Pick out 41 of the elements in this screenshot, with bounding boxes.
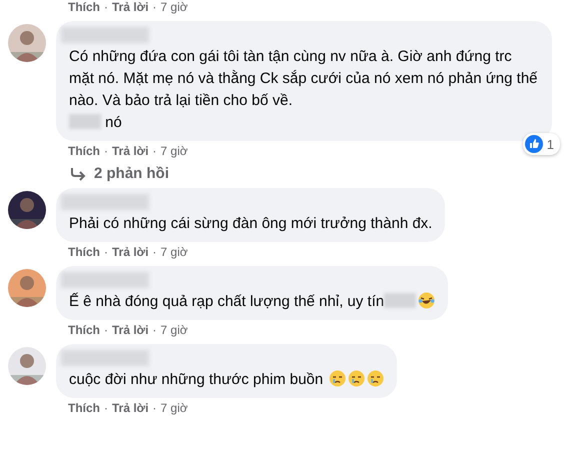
sad-face-icon — [348, 370, 366, 387]
comment-time: 7 giờ — [160, 323, 188, 338]
comment-time: 7 giờ — [160, 144, 188, 159]
separator-dot: · — [152, 323, 157, 338]
action-link[interactable]: Thích — [68, 323, 100, 338]
reaction-badge[interactable]: 1 — [522, 133, 560, 155]
reaction-count: 1 — [546, 136, 554, 152]
comment-text: Phải có những cái sừng đàn ông mới trưởng thành đx. — [69, 215, 432, 232]
separator-dot: · — [152, 245, 157, 260]
laughing-face-icon — [418, 292, 436, 309]
action-link[interactable]: Thích — [68, 144, 100, 159]
separator-dot: · — [104, 144, 108, 159]
separator-dot: · — [152, 0, 157, 15]
action-link[interactable]: Thích — [68, 0, 100, 15]
thumbs-up-icon — [524, 135, 543, 153]
sad-face-icon — [367, 370, 384, 387]
comment-time: 7 giờ — [160, 0, 188, 15]
comment-text: Ế ê nhà đóng quả rạp chất lượng thế nhỉ, uy tín — [69, 293, 384, 310]
action-link[interactable]: Trả lời — [112, 245, 149, 260]
action-link[interactable]: Trả lời — [112, 323, 149, 338]
comment-text: Có những đứa con gái tôi tàn tận cùng nv nữa à. Giờ anh đứng trc mặt nó. Mặt mẹ nó và thằng Ck sắp cưới của nó xem nó phản ứng thế nào. Và bảo trả lại tiền cho bố về. — [69, 48, 538, 109]
action-link[interactable]: Trả lời — [112, 401, 149, 416]
reply-arrow-icon — [70, 166, 86, 180]
separator-dot: · — [104, 323, 108, 338]
action-link[interactable]: Thích — [68, 401, 100, 416]
action-link[interactable]: Thích — [68, 245, 100, 260]
sad-face-icon — [329, 370, 346, 387]
separator-dot: · — [104, 401, 108, 416]
comment-time: 7 giờ — [160, 245, 188, 260]
comment-time: 7 giờ — [160, 401, 188, 416]
comment-text: nó — [104, 114, 122, 131]
separator-dot: · — [104, 245, 108, 260]
comment-text: cuộc đời như những thước phim buồn — [69, 371, 324, 388]
blurred-text — [384, 293, 416, 308]
separator-dot: · — [152, 401, 157, 416]
view-replies-link[interactable]: 2 phản hồi — [0, 165, 580, 182]
action-link[interactable]: Trả lời — [112, 0, 149, 15]
separator-dot: · — [104, 0, 108, 15]
action-link[interactable]: Trả lời — [112, 144, 149, 159]
separator-dot: · — [152, 144, 157, 159]
blurred-text — [69, 114, 101, 129]
